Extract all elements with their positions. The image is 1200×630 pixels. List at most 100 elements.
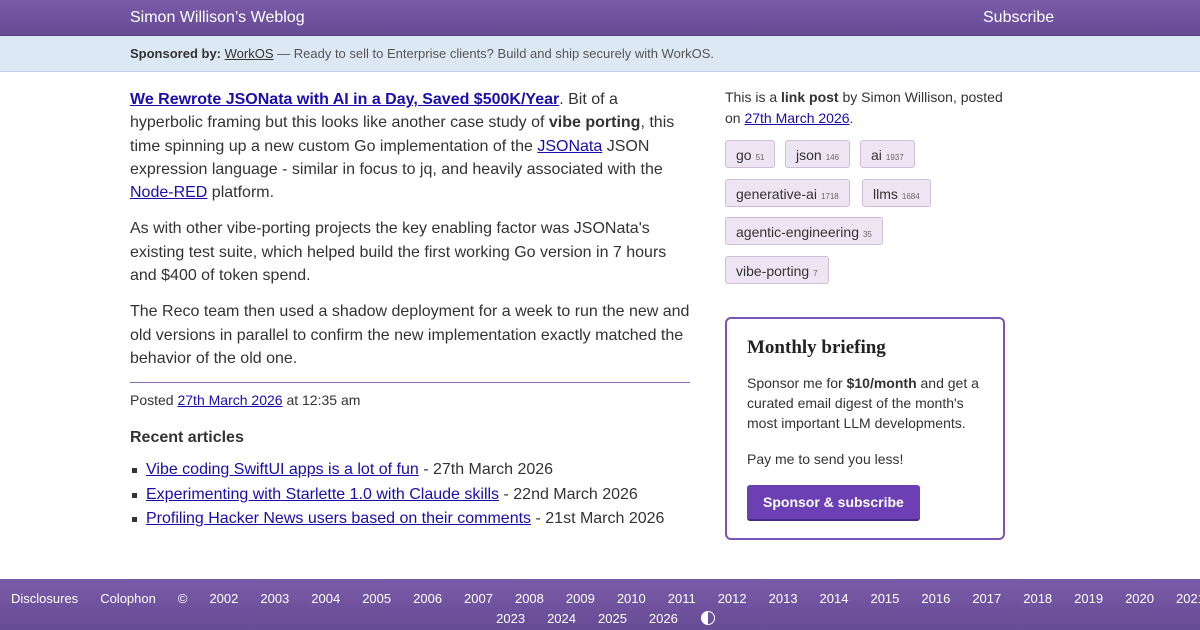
year-link-2020[interactable]: 2020: [1125, 591, 1154, 606]
year-link-2014[interactable]: 2014: [820, 591, 849, 606]
year-link-2023[interactable]: 2023: [496, 611, 525, 626]
year-link-2006[interactable]: 2006: [413, 591, 442, 606]
sponsor-text: Sponsored by: WorkOS — Ready to sell to …: [130, 46, 714, 61]
year-link-2018[interactable]: 2018: [1023, 591, 1052, 606]
year-link-2005[interactable]: 2005: [362, 591, 391, 606]
year-link-2019[interactable]: 2019: [1074, 591, 1103, 606]
year-link-2010[interactable]: 2010: [617, 591, 646, 606]
recent-articles-heading: Recent articles: [130, 429, 244, 446]
year-link-2009[interactable]: 2009: [566, 591, 595, 606]
year-link-2004[interactable]: 2004: [311, 591, 340, 606]
year-link-2017[interactable]: 2017: [972, 591, 1001, 606]
tag-name: go: [736, 147, 752, 163]
tag-agentic-engineering[interactable]: agentic-engineering 35: [725, 217, 883, 245]
briefing-text: Sponsor me for: [747, 375, 847, 391]
article-body: We Rewrote JSONata with AI in a Day, Sav…: [130, 88, 690, 383]
sponsor-link[interactable]: WorkOS: [225, 46, 274, 61]
tag-count: 1937: [885, 153, 904, 162]
list-item: Experimenting with Starlette 1.0 with Cl…: [130, 483, 664, 508]
year-link-2025[interactable]: 2025: [598, 611, 627, 626]
year-link-2003[interactable]: 2003: [260, 591, 289, 606]
tag-name: json: [796, 147, 822, 163]
year-link-2007[interactable]: 2007: [464, 591, 493, 606]
year-link-2008[interactable]: 2008: [515, 591, 544, 606]
tag-count: 35: [862, 230, 872, 239]
bullet-icon: [132, 517, 137, 522]
briefing-description: Sponsor me for $10/month and get a curat…: [747, 373, 983, 433]
footer-years-row-1: 2002 2003 2004 2005 2006 2007 2008 2009 2010 2011…: [198, 591, 1200, 606]
briefing-tagline: Pay me to send you less!: [747, 451, 904, 467]
sponsor-subscribe-button[interactable]: Sponsor & subscribe: [747, 485, 920, 521]
year-link-2011[interactable]: 2011: [668, 591, 696, 606]
article-divider: [130, 382, 690, 383]
monthly-briefing-box: Monthly briefing Sponsor me for $10/mont…: [725, 317, 1005, 540]
list-item: Profiling Hacker News users based on the…: [130, 507, 664, 532]
recent-article-date: - 22nd March 2026: [499, 485, 638, 503]
footer-row-2: 2023 2024 2025 2026: [0, 611, 1200, 626]
footer-row-1: Disclosures Colophon © 2002 2003 2004 2005 2006…: [0, 591, 1200, 606]
article-bold-text: vibe porting: [548, 114, 641, 132]
article-text: platform.: [207, 184, 275, 202]
top-navigation-bar: Simon Willison’s Weblog Subscribe: [0, 0, 1200, 36]
year-link-2013[interactable]: 2013: [769, 591, 798, 606]
recent-article-link[interactable]: Experimenting with Starlette 1.0 with Cl…: [146, 486, 499, 503]
article-paragraph-2: As with other vibe-porting projects the …: [130, 220, 667, 285]
recent-article-date: - 27th March 2026: [418, 461, 554, 478]
year-link-2002[interactable]: 2002: [209, 591, 238, 606]
site-title-link[interactable]: Simon Willison’s Weblog: [130, 9, 305, 27]
recent-article-date: - 21st March 2026: [531, 510, 665, 527]
tag-name: llms: [873, 186, 898, 202]
sponsor-banner: Sponsored by: WorkOS — Ready to sell to …: [0, 36, 1200, 72]
article-paragraph-3: The Reco team then used a shadow deploym…: [130, 303, 690, 367]
list-item: Vibe coding SwiftUI apps is a lot of fun…: [130, 458, 664, 483]
tag-llms[interactable]: llms 1684: [862, 179, 931, 207]
year-link-2012[interactable]: 2012: [718, 591, 747, 606]
year-link-2015[interactable]: 2015: [870, 591, 899, 606]
posted-time: at 12:35 am: [282, 392, 361, 408]
briefing-price: $10/month: [846, 375, 917, 391]
year-link-2026[interactable]: 2026: [649, 611, 678, 626]
recent-article-link[interactable]: Vibe coding SwiftUI apps is a lot of fun: [146, 461, 419, 478]
post-info: This is a link post by Simon Willison, p…: [725, 87, 1005, 129]
jsonata-link[interactable]: JSONata: [537, 138, 602, 155]
posted-date-link[interactable]: 27th March 2026: [177, 392, 282, 408]
tag-name: ai: [871, 147, 882, 163]
article-headline-link[interactable]: We Rewrote JSONata with AI in a Day, Sav…: [130, 91, 559, 108]
year-link-2021[interactable]: 2021: [1176, 591, 1200, 606]
post-date-link[interactable]: 27th March 2026: [744, 110, 849, 126]
tag-generative-ai[interactable]: generative-ai 1718: [725, 179, 850, 207]
year-link-2024[interactable]: 2024: [547, 611, 576, 626]
subscribe-link[interactable]: Subscribe: [983, 9, 1054, 27]
footer: Disclosures Colophon © 2002 2003 2004 2005 2006…: [0, 579, 1200, 630]
contrast-toggle-icon[interactable]: [700, 611, 715, 625]
article-paragraph-1: We Rewrote JSONata with AI in a Day, Sav…: [130, 88, 690, 204]
tag-count: 1718: [820, 192, 839, 201]
post-info-text: This is a: [725, 89, 782, 105]
tag-name: generative-ai: [736, 186, 817, 202]
tag-go[interactable]: go 51: [725, 140, 776, 168]
tag-json[interactable]: json 146: [785, 140, 851, 168]
post-type: link post: [781, 89, 839, 105]
post-info-text: .: [849, 110, 854, 126]
tag-count: 7: [813, 269, 818, 278]
sponsor-message: — Ready to sell to Enterprise clients? B…: [273, 46, 715, 61]
node-red-link[interactable]: Node-RED: [130, 184, 207, 201]
tag-vibe-porting[interactable]: vibe-porting 7: [725, 256, 829, 284]
colophon-link[interactable]: Colophon: [100, 591, 156, 606]
tag-ai[interactable]: ai 1937: [860, 140, 915, 168]
sponsor-label: Sponsored by:: [130, 46, 222, 61]
tag-count: 1684: [901, 192, 920, 201]
disclosures-link[interactable]: Disclosures: [11, 591, 78, 606]
tag-count: 51: [755, 153, 765, 162]
recent-article-link[interactable]: Profiling Hacker News users based on the…: [146, 510, 531, 527]
tag-name: agentic-engineering: [736, 224, 859, 240]
bullet-icon: [132, 468, 137, 473]
recent-articles-list: Vibe coding SwiftUI apps is a lot of fun…: [130, 458, 664, 532]
posted-label: Posted: [130, 392, 178, 408]
briefing-title: Monthly briefing: [747, 337, 886, 358]
posted-meta: Posted 27th March 2026 at 12:35 am: [130, 392, 360, 408]
copyright-symbol: ©: [177, 591, 188, 606]
bullet-icon: [132, 492, 137, 498]
tag-count: 146: [825, 153, 840, 162]
year-link-2016[interactable]: 2016: [921, 591, 950, 606]
